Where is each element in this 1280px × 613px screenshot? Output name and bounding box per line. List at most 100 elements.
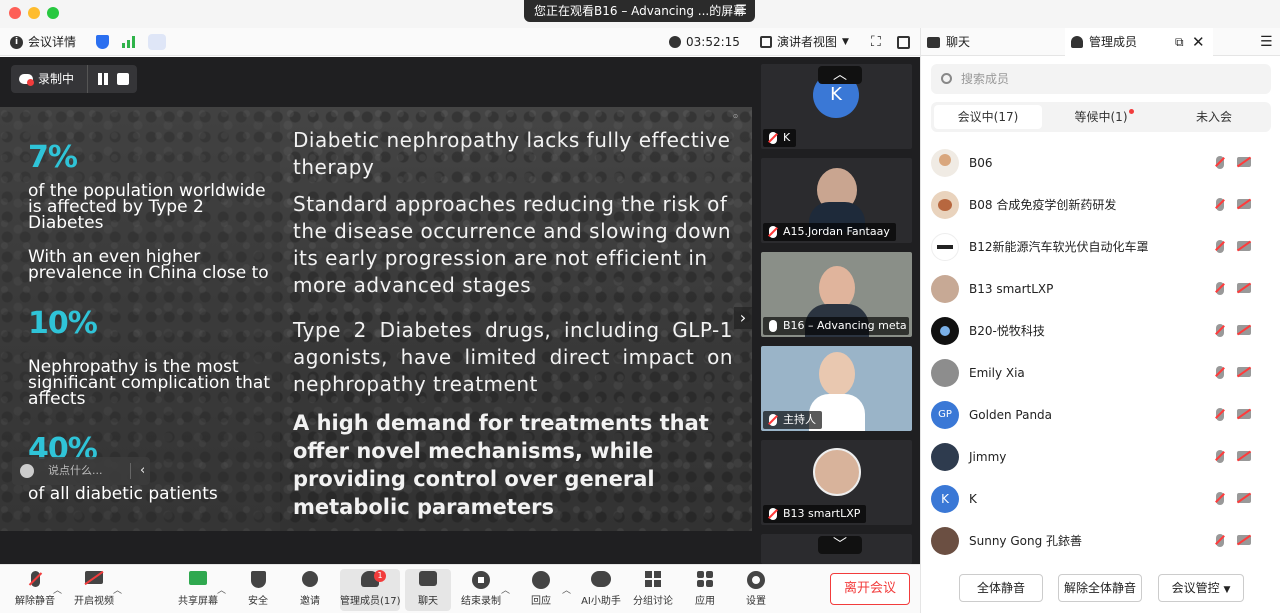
invite-button[interactable]: 邀请 <box>280 569 340 611</box>
share-screen-icon <box>188 571 208 589</box>
slide-bullet-1: Diabetic nephropathy lacks fully effecti… <box>293 128 731 179</box>
avatar <box>931 359 959 387</box>
view-mode-dropdown[interactable]: 演讲者视图 ▼ <box>760 28 849 56</box>
manage-members-button[interactable]: 1 管理成员(17) <box>340 569 401 611</box>
avatar <box>931 443 959 471</box>
avatar <box>931 317 959 345</box>
slide-bullet-4: A high demand for treatments that offer … <box>293 411 709 519</box>
meeting-controls-dropdown[interactable]: 会议管控 ▼ <box>1158 574 1244 602</box>
avatar: K <box>931 485 959 513</box>
meeting-info-bar: i 会议详情 03:52:15 演讲者视图 ▼ ⛶ <box>0 28 920 56</box>
avatar <box>931 149 959 177</box>
chevron-down-icon: ▼ <box>1223 585 1231 595</box>
reaction-options-chevron-icon[interactable]: ︿ <box>562 583 571 596</box>
video-tile[interactable]: B13 smartLXP <box>761 440 912 525</box>
security-button[interactable]: 安全 <box>228 569 288 611</box>
stat-10-percent: 10% <box>28 306 98 341</box>
muted-mic-icon <box>769 132 777 144</box>
member-row[interactable]: Jimmy <box>931 436 1271 478</box>
sidebar-toggle-icon[interactable] <box>897 28 910 56</box>
ai-assistant-icon[interactable] <box>148 28 166 56</box>
stat-text-1: of the population worldwide is affected … <box>28 181 266 233</box>
menu-icon[interactable]: ☰ <box>735 0 747 22</box>
record-options-chevron-icon[interactable]: ︿ <box>501 583 510 596</box>
avatar <box>931 275 959 303</box>
video-off-icon <box>84 570 104 589</box>
members-icon <box>1071 36 1083 48</box>
member-search-input[interactable]: 搜索成员 <box>931 64 1271 94</box>
quick-chat-input[interactable]: 说点什么... ‹ <box>12 457 150 485</box>
view-mode-label: 演讲者视图 <box>777 35 838 49</box>
speaker-view-icon <box>760 36 772 48</box>
panel-tabs: 聊天 管理成员 ⧉ ✕ ☰ <box>921 28 1280 56</box>
stat-text-2: With an even higher prevalence in China … <box>28 247 269 283</box>
next-page-chevron-icon[interactable]: › <box>734 307 752 329</box>
stop-recording-button[interactable] <box>117 73 129 85</box>
stat-7-percent: 7% <box>28 140 78 175</box>
member-row[interactable]: GP Golden Panda <box>931 394 1271 436</box>
video-tile-active-speaker[interactable]: B16 – Advancing meta <box>761 252 912 337</box>
member-row[interactable]: Sunny Gong 孔銥善 <box>931 520 1271 562</box>
shared-slide: ⊙ 7% of the population worldwide is affe… <box>0 107 752 531</box>
close-window-button[interactable] <box>9 7 21 19</box>
muted-mic-icon <box>1216 156 1224 169</box>
member-filter-tabs: 会议中(17) 等候中(1) 未入会 <box>931 102 1271 132</box>
mic-options-chevron-icon[interactable]: ︿ <box>53 583 62 596</box>
collapse-chevron-icon[interactable]: ‹ <box>140 457 145 485</box>
video-off-icon <box>1237 157 1251 167</box>
member-row[interactable]: B13 smartLXP <box>931 268 1271 310</box>
share-banner[interactable]: 您正在观看B16 – Advancing ...的屏幕 ☰ <box>524 0 755 22</box>
tab-waiting[interactable]: 等候中(1) <box>1047 105 1155 129</box>
chat-button[interactable]: 聊天 <box>405 569 451 611</box>
emoji-icon[interactable] <box>20 464 34 478</box>
recording-label: 录制中 <box>38 72 75 86</box>
security-shield-icon[interactable] <box>96 28 109 56</box>
minimize-window-button[interactable] <box>28 7 40 19</box>
ai-assistant-button[interactable]: AI小助手 <box>571 569 631 611</box>
meeting-controls-bar: 解除静音 ︿ 开启视频 ︿ 共享屏幕 ︿ 安全 邀请 1 管理成员(17) 聊天… <box>0 564 920 613</box>
stat-text-3: Nephropathy is the most significant comp… <box>28 357 270 409</box>
member-row[interactable]: B06 <box>931 142 1271 184</box>
network-signal-icon[interactable] <box>122 28 135 56</box>
video-tile[interactable]: A15.Jordan Fantaay <box>761 158 912 243</box>
settings-button[interactable]: 设置 <box>726 569 786 611</box>
video-options-chevron-icon[interactable]: ︿ <box>113 583 122 596</box>
video-tile[interactable]: 主持人 <box>761 346 912 431</box>
close-icon[interactable]: ✕ <box>1192 28 1205 56</box>
avatar <box>931 191 959 219</box>
meeting-stage: 录制中 ⊙ 7% of the population worldwide is … <box>0 57 920 564</box>
participant-name: K <box>763 129 797 147</box>
muted-mic-icon <box>25 571 45 589</box>
meeting-timer: 03:52:15 <box>669 28 740 56</box>
fullscreen-icon[interactable]: ⛶ <box>871 28 881 56</box>
mute-all-button[interactable]: 全体静音 <box>959 574 1043 602</box>
popout-icon[interactable]: ⧉ <box>1175 28 1184 56</box>
info-icon: i <box>10 35 23 49</box>
avatar <box>931 233 959 261</box>
leave-meeting-button[interactable]: 离开会议 <box>830 573 910 605</box>
tab-in-meeting[interactable]: 会议中(17) <box>934 105 1042 129</box>
breakout-rooms-button[interactable]: 分组讨论 <box>623 569 683 611</box>
scroll-up-chevron-icon[interactable]: ︿ <box>818 66 862 84</box>
breakout-icon <box>643 571 663 589</box>
tab-not-joined[interactable]: 未入会 <box>1160 105 1268 129</box>
share-banner-label: 您正在观看B16 – Advancing ...的屏幕 <box>534 4 746 18</box>
member-row[interactable]: B08 合成免疫学创新药研发 <box>931 184 1271 226</box>
members-panel: 聊天 管理成员 ⧉ ✕ ☰ 搜索成员 会议中(17) 等候中(1) 未入会 B0… <box>920 28 1280 613</box>
unmute-all-button[interactable]: 解除全体静音 <box>1058 574 1142 602</box>
member-row[interactable]: Emily Xia <box>931 352 1271 394</box>
more-menu-icon[interactable]: ☰ <box>1260 28 1273 56</box>
share-options-chevron-icon[interactable]: ︿ <box>217 583 226 596</box>
tab-chat[interactable]: 聊天 <box>927 28 978 56</box>
clock-icon <box>669 36 681 48</box>
zoom-window-button[interactable] <box>47 7 59 19</box>
meeting-details-button[interactable]: i 会议详情 <box>10 28 76 56</box>
title-bar: 您正在观看B16 – Advancing ...的屏幕 ☰ <box>0 0 1280 28</box>
members-badge: 1 <box>374 570 386 582</box>
member-row[interactable]: K K <box>931 478 1271 520</box>
tab-members[interactable]: 管理成员 <box>1065 28 1213 56</box>
pause-recording-button[interactable] <box>97 73 109 85</box>
scroll-down-chevron-icon[interactable]: ﹀ <box>818 536 862 554</box>
member-row[interactable]: B12新能源汽车软光伏自动化车罩 <box>931 226 1271 268</box>
member-row[interactable]: B20-悦牧科技 <box>931 310 1271 352</box>
